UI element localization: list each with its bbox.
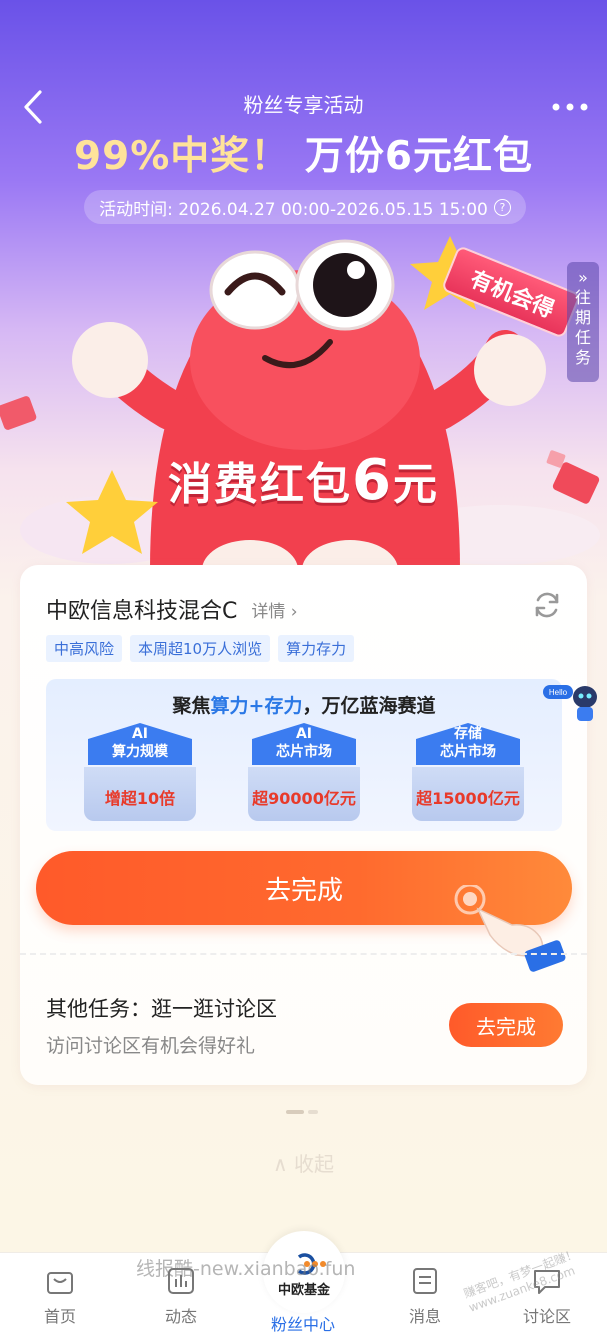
tab-home[interactable]: 首页 <box>10 1265 110 1327</box>
activity-time-text: 活动时间: 2026.04.27 00:00-2026.05.15 15:00 <box>99 199 488 220</box>
headline-highlight: 99%中奖！ <box>73 134 291 179</box>
brand-logo-text: 中欧基金 <box>277 1283 330 1298</box>
tab-fan-center[interactable]: 粉丝中心 <box>253 1311 353 1334</box>
pillar-value: 超15000亿元 <box>416 789 520 808</box>
stat-pillar: AI 算力规模 增超10倍 <box>80 723 200 823</box>
banner-title: 聚焦算力+存力，万亿蓝海赛道 <box>46 691 562 718</box>
banner-title-b: 算力+存力 <box>210 695 303 717</box>
home-icon <box>47 1272 73 1294</box>
pillar-label: AI 算力规模 <box>88 725 192 761</box>
side-tab-char: 期 <box>574 308 591 327</box>
header: 粉丝专享活动 99%中奖！ 万份6元红包 活动时间: 2026.04.27 00… <box>0 0 607 230</box>
pillar-line2: 算力规模 <box>112 744 168 760</box>
reward-amount: 6 <box>352 448 393 513</box>
page-indicator <box>286 1110 318 1114</box>
pillar-label: 存储 芯片市场 <box>416 725 520 761</box>
watermark: 线报酷-new.xianbao.fun <box>136 1258 356 1280</box>
task-card: 中欧信息科技混合C 详情 › 中高风险 本周超10万人浏览 算力存力 聚焦算力+… <box>20 565 597 1085</box>
banner-title-c: ，万亿蓝海赛道 <box>302 695 436 717</box>
fund-name: 中欧信息科技混合C <box>46 599 238 624</box>
pillar-value: 超90000亿元 <box>252 789 356 808</box>
activity-time: 活动时间: 2026.04.27 00:00-2026.05.15 15:00 … <box>84 190 526 224</box>
more-options-icon[interactable] <box>551 96 589 118</box>
stat-pillar: AI 芯片市场 超90000亿元 <box>244 723 364 823</box>
side-tab-char: 任 <box>574 328 591 347</box>
theme-tag: 算力存力 <box>278 635 355 662</box>
pillar-line1: AI <box>131 726 149 742</box>
reward-text: 消费红包 <box>168 459 353 510</box>
tab-label: 粉丝中心 <box>270 1315 335 1334</box>
refresh-icon[interactable] <box>531 589 563 621</box>
other-task-button[interactable]: 去完成 <box>449 1003 563 1047</box>
pointing-hand-icon <box>454 885 566 972</box>
indicator-dot-active <box>286 1110 304 1114</box>
help-icon[interactable]: ? <box>493 198 511 216</box>
tab-label: 动态 <box>164 1307 197 1326</box>
risk-tag: 中高风险 <box>46 635 123 662</box>
collapse-toggle[interactable]: ∧ 收起 <box>0 1148 607 1177</box>
robot-assistant-icon[interactable]: Hello <box>543 677 599 727</box>
side-tab-arrow-icon: » <box>578 268 588 287</box>
pillar-line2: 芯片市场 <box>276 744 332 760</box>
pillar-label: AI 芯片市场 <box>252 725 356 761</box>
other-task-subtitle: 访问讨论区有机会得好礼 <box>46 1035 256 1057</box>
tab-label: 首页 <box>43 1307 76 1326</box>
message-list-icon <box>413 1268 437 1294</box>
tab-messages[interactable]: 消息 <box>375 1265 475 1327</box>
views-tag: 本周超10万人浏览 <box>130 635 271 662</box>
side-tab-char: 务 <box>574 348 591 367</box>
stat-pillar: 存储芯片市场 超15000亿元 <box>408 723 528 823</box>
side-tab-char: 往 <box>574 288 591 307</box>
indicator-dot <box>308 1110 318 1114</box>
pillar-line1: AI <box>295 726 313 742</box>
card-divider <box>20 953 587 955</box>
pillar-line2: 芯片市场 <box>440 744 496 760</box>
fund-detail-link[interactable]: 详情 › <box>251 597 297 622</box>
headline-main: 万份6元红包 <box>304 134 534 179</box>
pillar-value: 增超10倍 <box>104 789 176 808</box>
tab-label: 讨论区 <box>522 1307 571 1326</box>
reward-unit: 元 <box>392 459 439 510</box>
pillar-line1: 存储 <box>454 726 482 742</box>
fund-tags: 中高风险 本周超10万人浏览 算力存力 <box>46 635 355 662</box>
banner-title-a: 聚焦 <box>172 695 211 717</box>
fund-row: 中欧信息科技混合C 详情 › <box>46 593 298 625</box>
tab-label: 消息 <box>408 1307 441 1326</box>
past-tasks-tab[interactable]: » 往 期 任 务 <box>567 262 599 382</box>
fund-banner[interactable]: 聚焦算力+存力，万亿蓝海赛道 AI 算力规模 增超10倍 AI 芯片市场 超9000… <box>46 679 562 831</box>
other-task-title: 其他任务：逛一逛讨论区 <box>46 997 277 1021</box>
reward-label: 消费红包6元 <box>0 448 607 513</box>
page-title: 粉丝专享活动 <box>243 93 364 117</box>
bot-hello-text: Hello <box>549 688 568 697</box>
headline: 99%中奖！ 万份6元红包 <box>0 125 607 181</box>
